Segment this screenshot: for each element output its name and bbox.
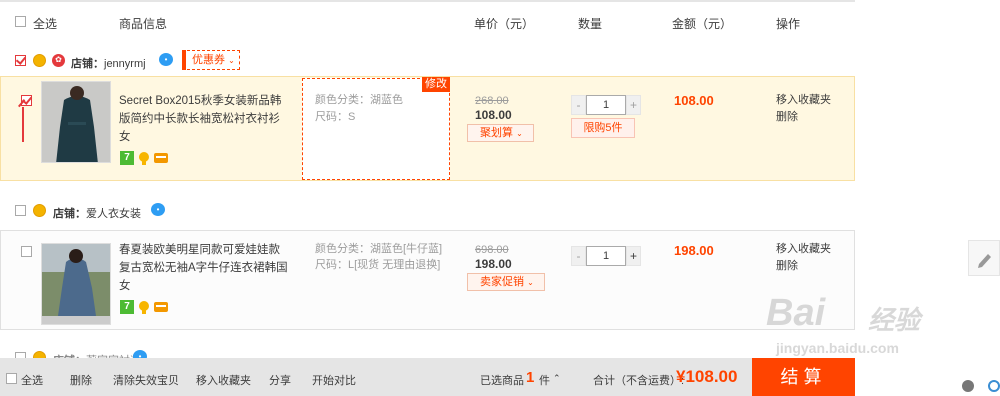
side-edit-button[interactable] [968,240,1000,276]
face-icon [962,380,974,392]
promo-dropdown[interactable]: 聚划算 ⌄ [467,124,534,142]
header-quantity: 数量 [578,17,603,31]
pencil-icon [978,254,991,268]
header-product-info: 商品信息 [119,17,168,31]
product-thumbnail[interactable] [41,81,111,163]
wangwang-chat-icon[interactable]: • [159,53,173,66]
limit-badge: 限购5件 [571,118,635,138]
sku-color: 颜色分类：湖蓝色 [315,94,403,106]
decrease-button[interactable]: - [571,246,586,266]
top-divider [0,0,855,2]
chevron-up-icon[interactable]: ⌃ [553,373,561,384]
product-image [42,82,110,162]
chevron-down-icon: ⌄ [228,56,235,65]
seven-day-return-icon: 7 [120,300,134,314]
gear-icon[interactable] [988,380,1000,392]
shop-name[interactable]: 店铺：jennyrmj [71,55,146,71]
card-pay-icon [154,302,168,312]
sku-color: 颜色分类：湖蓝色[牛仔蓝] [315,243,443,255]
selected-unit: 件 [539,375,550,387]
current-price: 108.00 [475,108,512,122]
coupon-button[interactable]: 优惠券 ⌄ [182,50,240,70]
shop-checkbox[interactable] [15,55,26,66]
move-to-favorites-link[interactable]: 移入收藏夹 [776,91,831,109]
product-image [42,244,110,316]
move-to-favorites-link[interactable]: 移入收藏夹 [776,240,831,258]
header-unit-price: 单价（元） [474,17,535,31]
decrease-button[interactable]: - [571,95,586,115]
footer-share[interactable]: 分享 [269,372,291,388]
watermark-url: jingyan.baidu.com [776,340,899,356]
increase-button[interactable]: + [626,246,641,266]
delete-link[interactable]: 删除 [776,257,798,275]
shop-badge-gold-icon [33,204,46,217]
chevron-down-icon: ⌄ [527,278,534,287]
footer-select-all-checkbox[interactable] [6,373,17,384]
watermark-logo-cn: 经验 [868,305,921,335]
card-pay-icon [154,153,168,163]
header-amount: 金额（元） [672,17,733,31]
footer-select-all[interactable]: 全选 [21,372,43,388]
item-amount: 198.00 [674,243,714,258]
original-price: 268.00 [475,95,509,107]
wangwang-chat-icon[interactable]: • [151,203,165,216]
modify-button[interactable]: 修改 [422,77,450,92]
shop-badge-gold-icon [33,54,46,67]
item-checkbox[interactable] [21,246,32,257]
seven-day-return-icon: 7 [120,151,134,165]
total-label: 合计（不含运费）: [593,375,685,387]
quality-icon [139,301,149,314]
product-title[interactable]: Secret Box2015秋季女装新品韩版简约中长款长袖宽松衬衣衬衫女 [119,92,289,146]
annotation-arrow [22,107,24,142]
quantity-input[interactable]: 1 [586,95,626,115]
promo-dropdown[interactable]: 卖家促销 ⌄ [467,273,545,291]
footer-move-fav[interactable]: 移入收藏夹 [196,372,251,388]
shop-checkbox[interactable] [15,205,26,216]
footer-delete[interactable]: 删除 [70,372,92,388]
checkout-button[interactable]: 结算 [752,358,855,396]
footer-compare[interactable]: 开始对比 [312,372,356,388]
total-value: ¥108.00 [676,367,738,386]
header-operations: 操作 [776,17,801,31]
select-all-checkbox[interactable] [15,16,26,27]
original-price: 698.00 [475,244,509,256]
shop-badge-red-icon: ✿ [52,54,65,67]
quality-icon [139,152,149,165]
product-title[interactable]: 春夏装欧美明星同款可爱娃娃款复古宽松无袖A字牛仔连衣裙韩国女 [119,241,289,295]
shop-name[interactable]: 店铺：爱人衣女装 [53,205,141,221]
current-price: 198.00 [475,257,512,271]
sku-size: 尺码：S [315,111,356,123]
footer-clear-invalid[interactable]: 清除失效宝贝 [113,372,179,388]
selected-count: 1 [526,369,535,386]
item-amount: 108.00 [674,93,714,108]
selected-count-label: 已选商品 [480,375,524,387]
quantity-input[interactable]: 1 [586,246,626,266]
sku-size: 尺码：L[现货 无理由退换] [315,259,441,271]
chevron-down-icon: ⌄ [516,129,523,138]
cart-footer-bar: 全选 删除 清除失效宝贝 移入收藏夹 分享 开始对比 已选商品 1 件 ⌃ 合计… [0,358,855,396]
header-select-all: 全选 [33,17,58,31]
watermark-logo: Bai [766,292,826,334]
delete-link[interactable]: 删除 [776,108,798,126]
product-thumbnail[interactable] [41,243,111,325]
increase-button[interactable]: + [626,95,641,115]
